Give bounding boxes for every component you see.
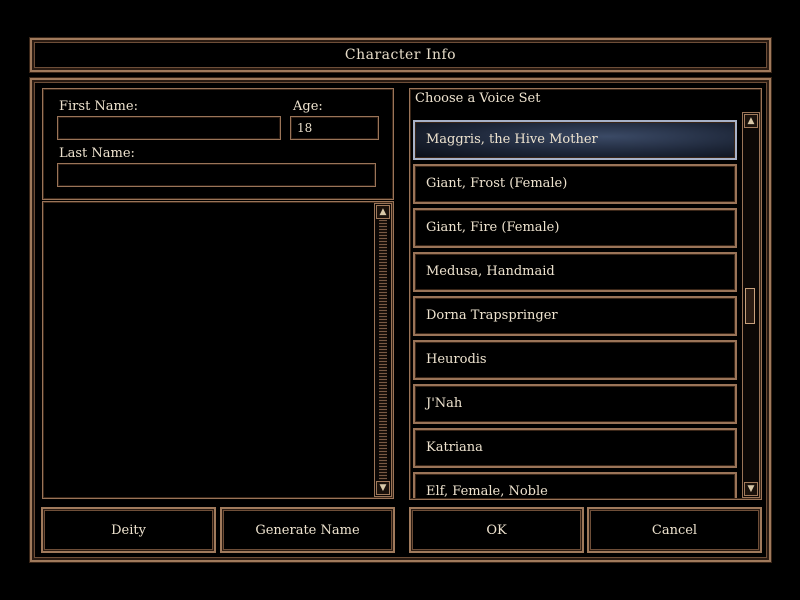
cancel-button[interactable]: Cancel (587, 507, 762, 553)
voice-set-item[interactable]: Katriana (413, 428, 737, 468)
first-name-input[interactable] (57, 116, 281, 140)
voice-list-scrollbar[interactable]: ▲ ▼ (742, 112, 760, 498)
deity-button[interactable]: Deity (41, 507, 216, 553)
scroll-down-arrow-icon[interactable]: ▼ (376, 481, 390, 495)
generate-name-button[interactable]: Generate Name (220, 507, 395, 553)
window-title-bar: Character Info (30, 38, 771, 72)
voice-set-item[interactable]: Dorna Trapspringer (413, 296, 737, 336)
voice-set-item[interactable]: Giant, Frost (Female) (413, 164, 737, 204)
voice-set-item[interactable]: Medusa, Handmaid (413, 252, 737, 292)
voice-set-item[interactable]: J'Nah (413, 384, 737, 424)
voice-set-item[interactable]: Giant, Fire (Female) (413, 208, 737, 248)
voice-set-item[interactable]: Elf, Female, Noble (413, 472, 737, 498)
window-title: Character Info (344, 47, 457, 63)
last-name-input[interactable] (57, 163, 376, 187)
voice-set-list: Maggris, the Hive Mother Giant, Frost (Fe… (413, 116, 738, 498)
voice-set-header: Choose a Voice Set (415, 91, 541, 106)
scroll-up-arrow-icon[interactable]: ▲ (376, 205, 390, 219)
voice-set-item[interactable]: Heurodis (413, 340, 737, 380)
ok-button[interactable]: OK (409, 507, 584, 553)
description-scroll-track[interactable] (379, 220, 387, 480)
description-scrollbar[interactable]: ▲ ▼ (374, 203, 392, 497)
first-name-label: First Name: (59, 99, 138, 114)
last-name-label: Last Name: (59, 146, 135, 161)
age-label: Age: (293, 99, 323, 114)
scroll-up-arrow-icon[interactable]: ▲ (744, 114, 758, 128)
description-panel (42, 201, 394, 499)
age-input[interactable] (290, 116, 379, 140)
scroll-down-arrow-icon[interactable]: ▼ (744, 482, 758, 496)
voice-scroll-thumb[interactable] (745, 288, 755, 324)
voice-set-item[interactable]: Maggris, the Hive Mother (413, 120, 737, 160)
